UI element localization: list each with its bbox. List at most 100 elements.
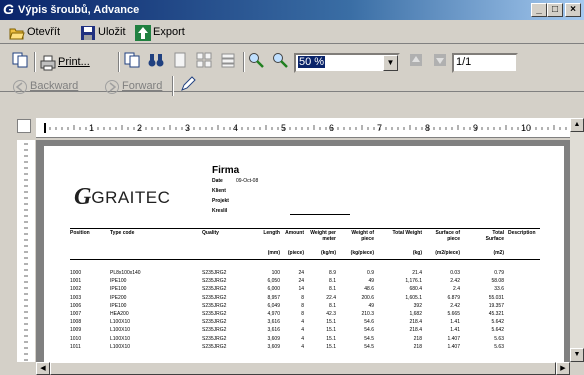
bolt-table: Position Type code Quality Length Amount Weig…: [44, 146, 564, 362]
save-button[interactable]: Uložit: [80, 24, 126, 41]
multi-page-icon: [196, 52, 212, 68]
zoom-out-icon: [272, 52, 288, 68]
ruler-corner[interactable]: [17, 119, 31, 133]
table-cell: 49: [368, 278, 374, 285]
scroll-right-icon[interactable]: ▶: [556, 362, 570, 375]
scroll-down-icon[interactable]: ▼: [570, 348, 584, 362]
continuous-button[interactable]: [220, 52, 240, 72]
table-unit: (m2): [493, 250, 504, 256]
table-unit: (kg/m): [321, 250, 336, 256]
table-cell: 42.3: [326, 311, 336, 317]
table-header: Type code: [110, 230, 135, 236]
zoom-select[interactable]: 50 % ▼: [294, 53, 400, 73]
minimize-button[interactable]: _: [531, 3, 547, 17]
maximize-button[interactable]: □: [547, 3, 563, 17]
table-header: Surface of piece: [435, 230, 460, 242]
table-cell: S235JRG2: [202, 286, 227, 293]
printer-icon: [40, 55, 56, 71]
scroll-left-icon[interactable]: ◀: [36, 362, 50, 375]
floppy-icon: [80, 25, 96, 41]
export-label: Export: [153, 26, 185, 38]
stack-icon: [220, 52, 236, 68]
open-button[interactable]: Otevřít: [9, 24, 60, 41]
copy-page-button[interactable]: [124, 52, 144, 72]
scroll-thumb[interactable]: [50, 362, 556, 375]
ruler-label: 8: [425, 123, 430, 133]
table-unit: (kg): [412, 250, 422, 256]
table-cell: 8.9: [329, 270, 336, 276]
table-cell: S235JRG2: [202, 270, 227, 276]
table-cell: 15.1: [326, 343, 336, 350]
table-unit: (piece): [287, 250, 304, 256]
table-cell: 54.6: [364, 319, 374, 326]
table-cell: 33.6: [494, 286, 504, 293]
next-page-button[interactable]: [432, 52, 452, 72]
folder-open-icon: [9, 25, 25, 41]
action-bar: Otevřít Uložit Export: [0, 20, 584, 44]
edit-button[interactable]: [180, 76, 200, 96]
scroll-up-icon[interactable]: ▲: [570, 118, 584, 132]
backward-label: Backward: [30, 80, 79, 92]
table-cell: IPE100: [110, 302, 127, 309]
table-cell: 200.6: [361, 294, 374, 301]
ruler-origin: [44, 123, 46, 133]
table-cell: 8.1: [329, 286, 336, 293]
table-cell: 2.42: [450, 302, 460, 309]
single-page-button[interactable]: [172, 52, 192, 72]
vertical-scrollbar[interactable]: ▲ ▼: [570, 118, 584, 362]
title-bar[interactable]: G Výpis šroubů, Advance _ □ ×: [0, 0, 584, 20]
table-cell: IPE200: [110, 294, 127, 301]
copy-button[interactable]: [12, 52, 32, 72]
table-cell: L100X10: [110, 335, 131, 342]
separator: [243, 52, 245, 72]
page-field[interactable]: 1/1: [452, 53, 518, 73]
find-button[interactable]: [148, 52, 168, 72]
copy-icon: [124, 52, 140, 68]
table-header: Quality: [202, 230, 219, 236]
table-cell: 1,605.1: [405, 294, 422, 301]
table-cell: L100X10: [110, 327, 131, 334]
table-cell: 15.1: [326, 319, 336, 326]
table-cell: 1007: [70, 311, 82, 317]
zoom-in-button[interactable]: [248, 52, 268, 72]
table-header: Total Weight: [392, 230, 422, 236]
binoculars-icon: [148, 52, 164, 68]
print-label: Print...: [58, 56, 90, 68]
ruler-label: 2: [137, 123, 142, 133]
table-header: Amount: [285, 230, 304, 236]
export-button[interactable]: Export: [135, 24, 185, 41]
table-cell: 1011: [70, 343, 81, 350]
close-button[interactable]: ×: [565, 3, 581, 17]
page-down-icon: [432, 52, 448, 68]
table-cell: 2.4: [453, 286, 460, 293]
forward-button[interactable]: Forward: [104, 78, 162, 95]
chevron-down-icon[interactable]: ▼: [383, 55, 398, 71]
table-cell: 2.42: [450, 278, 460, 285]
open-label: Otevřít: [27, 26, 61, 38]
table-cell: S235JRG2: [202, 335, 227, 342]
zoom-out-button[interactable]: [272, 52, 292, 72]
table-cell: 15.1: [326, 327, 336, 334]
table-header: Weight of piece: [351, 230, 374, 242]
backward-button[interactable]: Backward: [12, 78, 78, 95]
table-cell: 58.08: [491, 278, 504, 285]
table-header: Total Surface: [485, 230, 504, 242]
prev-page-button[interactable]: [408, 52, 428, 72]
ruler-label: 6: [329, 123, 334, 133]
copy-icon: [12, 52, 28, 68]
table-cell: 1006: [70, 302, 82, 309]
table-cell: S235JRG2: [202, 311, 227, 317]
separator: [172, 76, 174, 96]
table-cell: 15.1: [326, 335, 336, 342]
report-viewport[interactable]: G GRAITEC Firma Date 09-Oct-08 Klient Pr…: [36, 140, 570, 362]
multi-page-button[interactable]: [196, 52, 216, 72]
window-title: Výpis šroubů, Advance: [18, 4, 140, 16]
table-cell: S235JRG2: [202, 343, 227, 350]
horizontal-scrollbar[interactable]: ◀ ▶: [36, 362, 570, 375]
zoom-in-icon: [248, 52, 264, 68]
ruler-label: 1: [89, 123, 94, 133]
print-button[interactable]: Print...: [40, 54, 90, 71]
ruler-ticks: 1 2 3 4 5 6 7 8 9 10: [44, 123, 567, 133]
table-cell: 45.321: [488, 311, 504, 317]
ruler-label: 3: [185, 123, 190, 133]
